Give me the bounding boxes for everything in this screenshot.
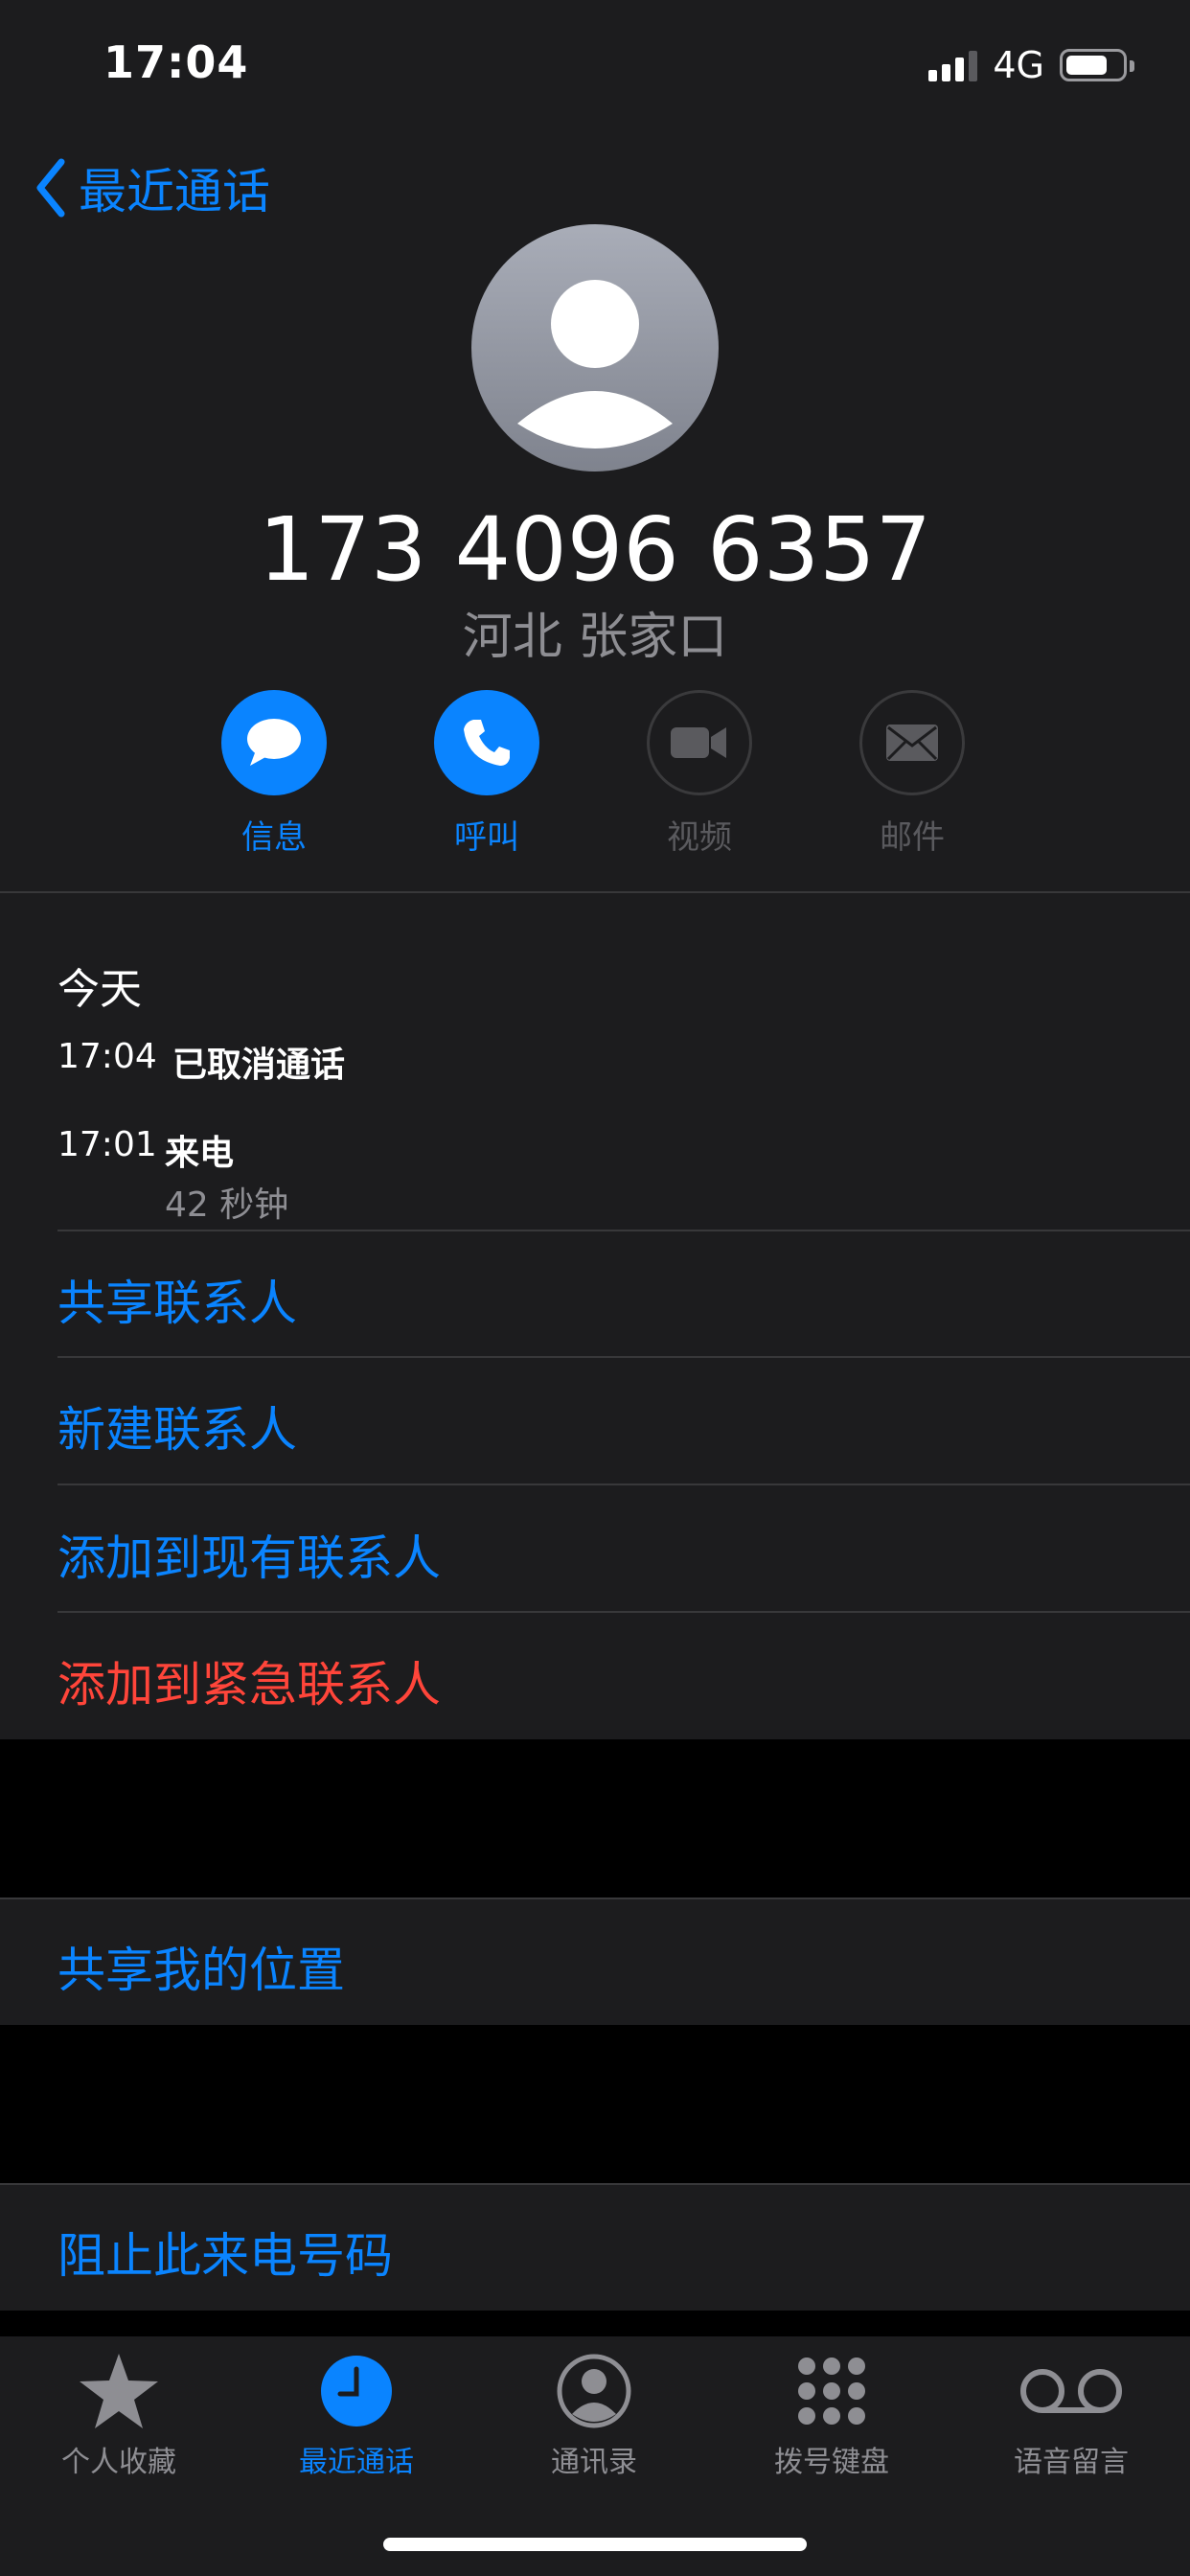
call-duration: 42 秒钟 [165, 1185, 289, 1225]
keypad-icon [726, 2348, 937, 2434]
video-action-button: 视频 [604, 690, 795, 858]
call-type: 已取消通话 [172, 1046, 346, 1085]
call-time: 17:01 [57, 1125, 157, 1164]
row-divider [57, 1611, 1190, 1613]
message-bubble-icon [221, 690, 327, 795]
star-icon [13, 2348, 224, 2434]
action-label: 信息 [241, 818, 307, 857]
message-action-button[interactable]: 信息 [178, 690, 370, 858]
video-camera-icon [647, 690, 752, 795]
cellular-signal-icon [928, 49, 978, 81]
chevron-left-icon [36, 158, 65, 218]
clock-icon [251, 2348, 462, 2434]
tab-label: 拨号键盘 [774, 2446, 889, 2479]
tab-label: 个人收藏 [61, 2446, 176, 2479]
tab-label: 最近通话 [299, 2446, 414, 2479]
tab-contacts[interactable]: 通讯录 [489, 2348, 699, 2480]
back-button[interactable]: 最近通话 [34, 153, 270, 222]
tab-label: 通讯录 [551, 2446, 637, 2479]
group-border [0, 1898, 1190, 1899]
phone-number[interactable]: 173 4096 6357 [0, 498, 1190, 601]
call-action-button[interactable]: 呼叫 [391, 690, 583, 858]
call-time: 17:04 [57, 1037, 157, 1076]
share-contact-button[interactable]: 共享联系人 [57, 1265, 297, 1334]
status-time: 17:04 [103, 36, 249, 88]
section-divider [0, 891, 1190, 893]
row-divider [57, 1230, 1190, 1231]
avatar [471, 224, 719, 472]
call-type: 来电 [165, 1134, 235, 1173]
number-location: 河北 张家口 [462, 609, 728, 666]
person-circle-icon [489, 2348, 699, 2434]
block-caller-button[interactable]: 阻止此来电号码 [57, 2218, 393, 2287]
call-entry: 17:01 [57, 1125, 157, 1164]
tab-recents[interactable]: 最近通话 [251, 2348, 462, 2480]
back-label: 最近通话 [79, 164, 270, 219]
battery-icon [1060, 49, 1134, 81]
status-indicators: 4G [928, 44, 1134, 86]
network-type: 4G [993, 44, 1044, 86]
row-divider [57, 1356, 1190, 1358]
add-to-existing-contact-button[interactable]: 添加到现有联系人 [57, 1520, 441, 1589]
envelope-icon [859, 690, 965, 795]
tab-voicemail[interactable]: 语音留言 [966, 2348, 1177, 2480]
phone-icon [434, 690, 539, 795]
action-label: 呼叫 [454, 818, 519, 857]
add-to-emergency-contact-button[interactable]: 添加到紧急联系人 [57, 1646, 441, 1715]
tab-label: 语音留言 [1014, 2446, 1129, 2479]
mail-action-button: 邮件 [816, 690, 1008, 858]
recents-date-header: 今天 [57, 965, 142, 1014]
tab-favorites[interactable]: 个人收藏 [13, 2348, 224, 2480]
row-divider [57, 1484, 1190, 1485]
person-silhouette-icon [517, 280, 673, 448]
action-label: 邮件 [880, 818, 945, 857]
share-my-location-button[interactable]: 共享我的位置 [57, 1932, 345, 2001]
voicemail-icon [966, 2348, 1177, 2434]
action-label: 视频 [667, 818, 732, 857]
call-entry: 17:04 [57, 1037, 157, 1076]
tab-keypad[interactable]: 拨号键盘 [726, 2348, 937, 2480]
group-border [0, 2183, 1190, 2185]
new-contact-button[interactable]: 新建联系人 [57, 1392, 297, 1460]
home-indicator[interactable] [383, 2538, 807, 2551]
